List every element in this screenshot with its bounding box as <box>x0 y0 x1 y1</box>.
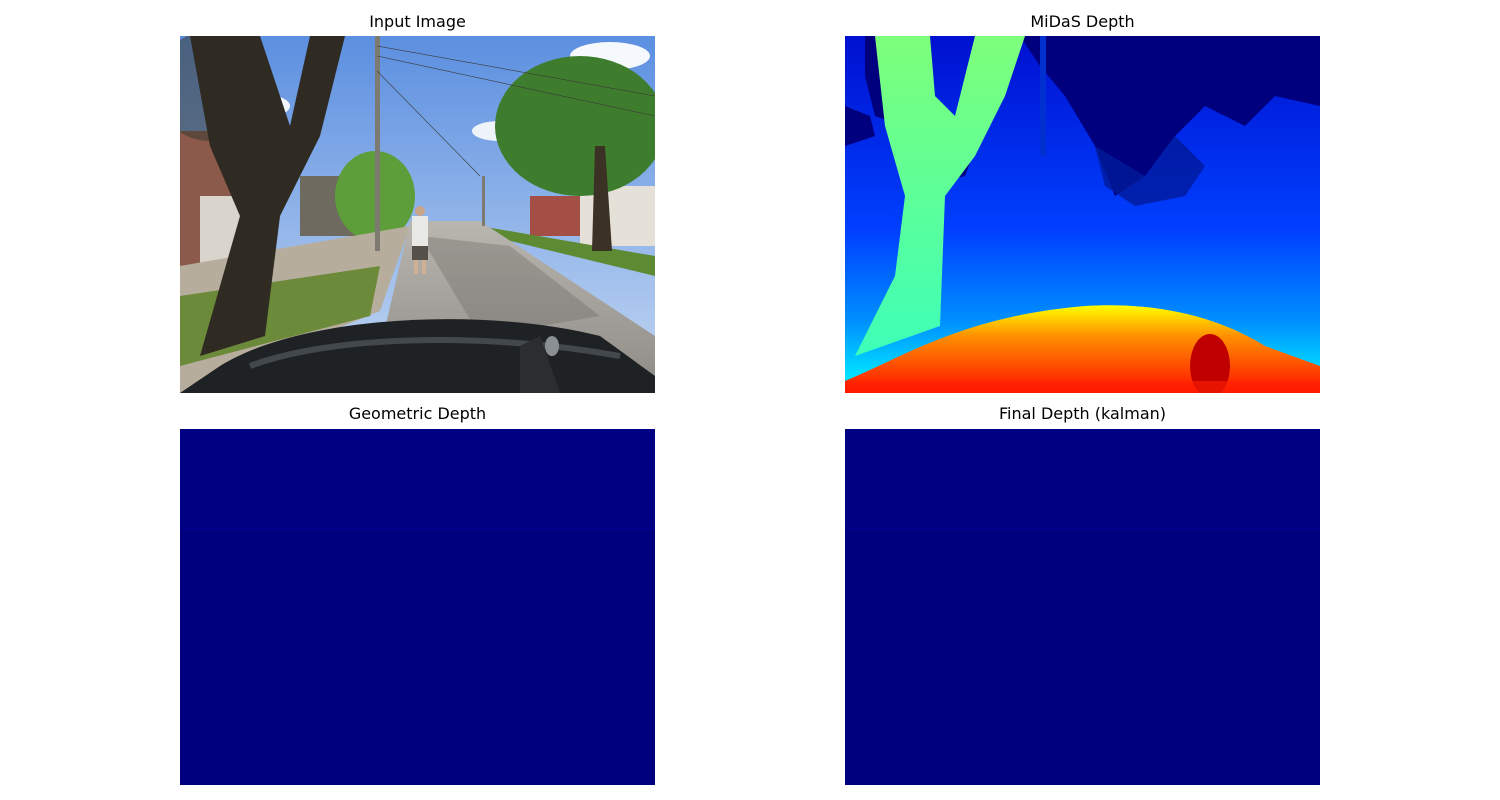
panel-title-geometric-depth: Geometric Depth <box>348 404 487 423</box>
depth-heatmap <box>845 36 1320 393</box>
utility-pole-far <box>482 176 485 226</box>
midas-depth-map <box>845 36 1320 393</box>
antenna <box>545 336 559 356</box>
person-shorts <box>412 246 428 260</box>
panel-title-midas-depth: MiDaS Depth <box>1030 12 1135 31</box>
person-head <box>415 206 425 216</box>
utility-pole <box>375 36 380 251</box>
input-image <box>180 36 655 393</box>
depth-heatmap <box>845 429 1320 785</box>
final-depth-map <box>845 429 1320 785</box>
house-right-far <box>530 196 580 236</box>
depth-heatmap <box>180 429 655 785</box>
street-photo <box>180 36 655 393</box>
person-shirt <box>412 216 428 246</box>
panel-title-input-image: Input Image <box>369 12 466 31</box>
panel-title-final-depth: Final Depth (kalman) <box>998 404 1167 423</box>
geometric-depth-map <box>180 429 655 785</box>
